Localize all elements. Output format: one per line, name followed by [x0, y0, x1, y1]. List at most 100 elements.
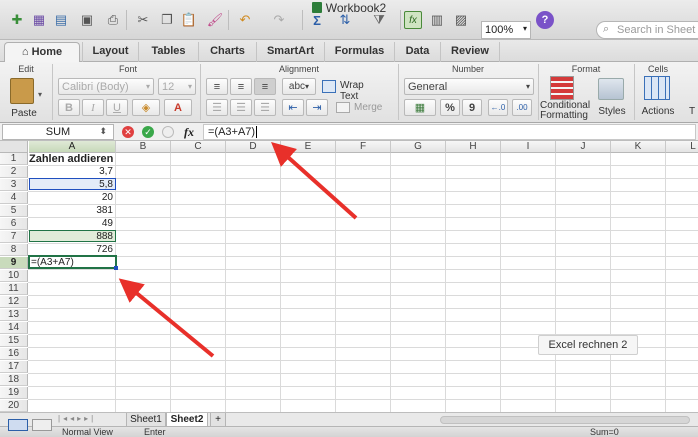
column-header-l[interactable]: L: [666, 141, 698, 153]
new-workbook-icon[interactable]: ✚: [8, 11, 26, 29]
orientation-button[interactable]: abc ▾: [282, 78, 316, 95]
cancel-icon[interactable]: ✕: [122, 126, 134, 138]
cell-a2[interactable]: 3,7: [29, 166, 115, 178]
paste-button-label[interactable]: Paste: [6, 108, 42, 119]
formula-input[interactable]: =(A3+A7): [203, 124, 696, 140]
underline-button[interactable]: U: [106, 99, 128, 116]
page-layout-view-icon[interactable]: [32, 419, 52, 431]
autosum-icon[interactable]: Σ: [308, 11, 326, 29]
row-header-20[interactable]: 20: [0, 400, 28, 412]
tab-review[interactable]: Review: [440, 42, 500, 62]
templates-icon[interactable]: ▦: [30, 11, 48, 29]
decrease-indent-icon[interactable]: ⇤: [282, 99, 304, 116]
styles-icon[interactable]: [598, 78, 624, 100]
column-header-k[interactable]: K: [611, 141, 666, 153]
conditional-formatting-icon[interactable]: [550, 76, 574, 100]
save-icon[interactable]: ▣: [78, 11, 96, 29]
name-box[interactable]: SUM ⬍: [2, 124, 114, 140]
horizontal-scrollbar[interactable]: [440, 416, 690, 424]
font-color-icon[interactable]: A: [164, 99, 192, 116]
themes-label[interactable]: T: [686, 106, 698, 117]
insert-cells-icon[interactable]: [644, 76, 670, 100]
row-header-17[interactable]: 17: [0, 361, 28, 373]
merge-icon[interactable]: [336, 102, 350, 113]
column-header-i[interactable]: I: [501, 141, 556, 153]
row-header-7[interactable]: 7: [0, 231, 28, 243]
merge-label[interactable]: Merge: [354, 102, 394, 113]
row-header-13[interactable]: 13: [0, 309, 28, 321]
add-sheet-button[interactable]: +: [210, 413, 226, 427]
format-painter-icon[interactable]: 🖌: [206, 11, 224, 29]
row-header-10[interactable]: 10: [0, 270, 28, 282]
row-header-14[interactable]: 14: [0, 322, 28, 334]
paste-icon[interactable]: 📋: [180, 11, 198, 29]
toolbox-icon[interactable]: ▨: [452, 11, 470, 29]
align-top-icon[interactable]: ≡: [206, 78, 228, 95]
row-header-6[interactable]: 6: [0, 218, 28, 230]
styles-label[interactable]: Styles: [592, 106, 632, 117]
row-header-5[interactable]: 5: [0, 205, 28, 217]
row-header-15[interactable]: 15: [0, 335, 28, 347]
fx-toolbar-icon[interactable]: fx: [404, 11, 422, 29]
cell-a8[interactable]: 726: [29, 244, 115, 256]
column-header-a[interactable]: A: [29, 141, 116, 153]
row-header-11[interactable]: 11: [0, 283, 28, 295]
help-icon[interactable]: ?: [536, 11, 554, 29]
sheet-nav-arrows[interactable]: |◂◂▸▸|: [58, 414, 96, 423]
fill-color-icon[interactable]: ◈: [132, 99, 160, 116]
increase-decimal-icon[interactable]: ←.0: [488, 99, 508, 116]
row-header-3[interactable]: 3: [0, 179, 28, 191]
row-header-16[interactable]: 16: [0, 348, 28, 360]
select-all-corner[interactable]: [0, 141, 28, 153]
row-header-1[interactable]: 1: [0, 153, 28, 165]
align-middle-icon[interactable]: ≡: [230, 78, 252, 95]
filter-icon[interactable]: ⧩: [370, 11, 388, 29]
redo-icon[interactable]: ↷: [270, 11, 288, 29]
sheet-tab-2[interactable]: Sheet2: [166, 413, 208, 427]
font-name-select[interactable]: Calibri (Body) ▾: [58, 78, 154, 95]
paste-clipboard-icon[interactable]: [10, 78, 34, 104]
tab-charts[interactable]: Charts: [198, 42, 256, 62]
row-header-8[interactable]: 8: [0, 244, 28, 256]
column-header-h[interactable]: H: [446, 141, 501, 153]
cell-a9[interactable]: =(A3+A7): [29, 257, 115, 269]
sheet-tab-1[interactable]: Sheet1: [126, 413, 166, 427]
align-right-icon[interactable]: ☰: [254, 99, 276, 116]
font-size-select[interactable]: 12 ▾: [158, 78, 196, 95]
copy-icon[interactable]: ❐: [158, 11, 176, 29]
fx-icon[interactable]: fx: [184, 125, 194, 140]
tab-formulas[interactable]: Formulas: [324, 42, 394, 62]
align-center-icon[interactable]: ☰: [230, 99, 252, 116]
undo-icon[interactable]: ↶: [236, 11, 254, 29]
align-left-icon[interactable]: ☰: [206, 99, 228, 116]
tab-data[interactable]: Data: [394, 42, 440, 62]
cut-icon[interactable]: ✂: [134, 11, 152, 29]
normal-view-icon[interactable]: [8, 419, 28, 431]
cell-a4[interactable]: 20: [29, 192, 115, 204]
bold-button[interactable]: B: [58, 99, 80, 116]
tab-smartart[interactable]: SmartArt: [256, 42, 324, 62]
conditional-formatting-label[interactable]: Conditional Formatting: [540, 101, 590, 121]
row-header-4[interactable]: 4: [0, 192, 28, 204]
increase-indent-icon[interactable]: ⇥: [306, 99, 328, 116]
column-header-j[interactable]: J: [556, 141, 611, 153]
tab-home[interactable]: ⌂ Home: [4, 42, 80, 62]
search-input[interactable]: ⌕ Search in Sheet: [596, 21, 698, 39]
cell-a7[interactable]: 888: [29, 231, 115, 243]
percent-button[interactable]: %: [440, 99, 460, 116]
wrap-text-label[interactable]: Wrap Text: [340, 80, 384, 102]
column-header-c[interactable]: C: [171, 141, 226, 153]
row-header-19[interactable]: 19: [0, 387, 28, 399]
cell-a5[interactable]: 381: [29, 205, 115, 217]
cell-a1[interactable]: Zahlen addieren: [29, 153, 115, 165]
column-header-f[interactable]: F: [336, 141, 391, 153]
row-header-18[interactable]: 18: [0, 374, 28, 386]
tab-layout[interactable]: Layout: [82, 42, 138, 62]
align-bottom-icon[interactable]: ≡: [254, 78, 276, 95]
comma-style-button[interactable]: 9: [462, 99, 482, 116]
print-icon[interactable]: ⎙: [104, 11, 122, 29]
decrease-decimal-icon[interactable]: .00: [512, 99, 532, 116]
tab-tables[interactable]: Tables: [138, 42, 198, 62]
open-icon[interactable]: ▤: [52, 11, 70, 29]
confirm-icon[interactable]: ✓: [142, 126, 154, 138]
